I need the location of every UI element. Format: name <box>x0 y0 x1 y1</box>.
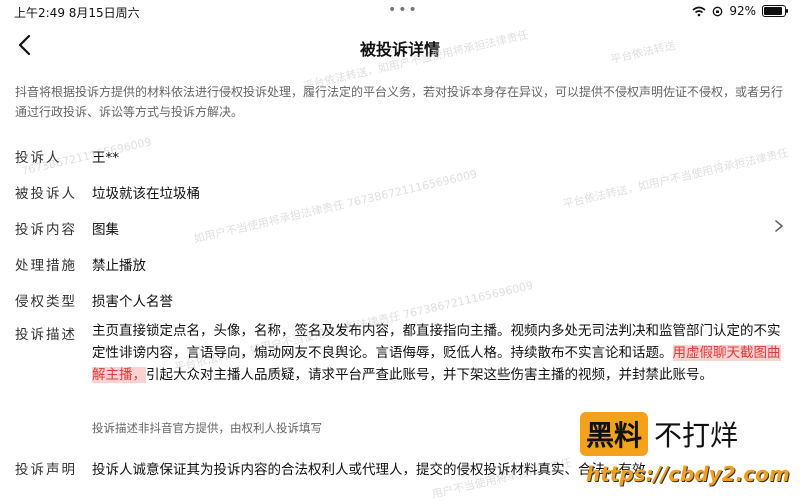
field-label: 处理措施 <box>15 258 77 274</box>
status-bar: 上午2:49 8月15日周六 ••• 92% <box>0 0 800 22</box>
intro-text: 抖音将根据投诉方提供的材料依法进行侵权投诉处理，履行法定的平台义务，若对投诉本身… <box>15 85 784 119</box>
field-value: 禁止播放 <box>92 258 146 274</box>
status-time-date: 上午2:49 8月15日周六 <box>14 6 140 20</box>
source-note: 投诉描述非抖音官方提供，由权利人投诉填写 <box>92 421 322 435</box>
more-dots-icon[interactable]: ••• <box>388 2 419 18</box>
wifi-icon <box>692 6 706 16</box>
brand-row: 黑料 不打烊 <box>580 412 738 456</box>
brand-logo: 黑料 不打烊 https://cbdy2.com <box>580 412 795 498</box>
field-label: 投诉声明 <box>15 462 77 478</box>
chevron-right-icon <box>775 220 784 232</box>
battery-icon <box>762 5 788 17</box>
description-part2: 引起大众对主播人品质疑，请求平台严查此账号，并下架这些伤害主播的视频，并封禁此账… <box>146 367 713 383</box>
brand-side: 不打烊 <box>654 419 739 452</box>
page-title: 被投诉详情 <box>359 40 440 59</box>
field-label: 投诉描述 <box>15 327 77 343</box>
brand-url: https://cbdy2.com <box>586 462 790 486</box>
description-text: 主页直接锁定点名，头像，名称，签名及发布内容，都直接指向主播。视频内多处无司法判… <box>92 320 782 386</box>
field-label: 被投诉人 <box>15 186 77 202</box>
field-value: 损害个人名誉 <box>92 294 173 310</box>
field-label: 投诉内容 <box>15 222 77 238</box>
field-label: 侵权类型 <box>15 294 77 310</box>
field-label: 投诉人 <box>15 150 62 166</box>
header: 被投诉详情 <box>0 26 800 66</box>
field-value: 王** <box>92 150 119 166</box>
status-right: 92% <box>692 4 788 18</box>
field-content-row[interactable]: 投诉内容 图集 <box>15 218 785 238</box>
lock-rotation-icon <box>712 6 723 16</box>
brand-main: 黑料 <box>580 412 649 456</box>
field-value: 垃圾就该在垃圾桶 <box>92 186 200 202</box>
battery-percent: 92% <box>729 4 756 18</box>
field-value: 图集 <box>92 222 119 238</box>
